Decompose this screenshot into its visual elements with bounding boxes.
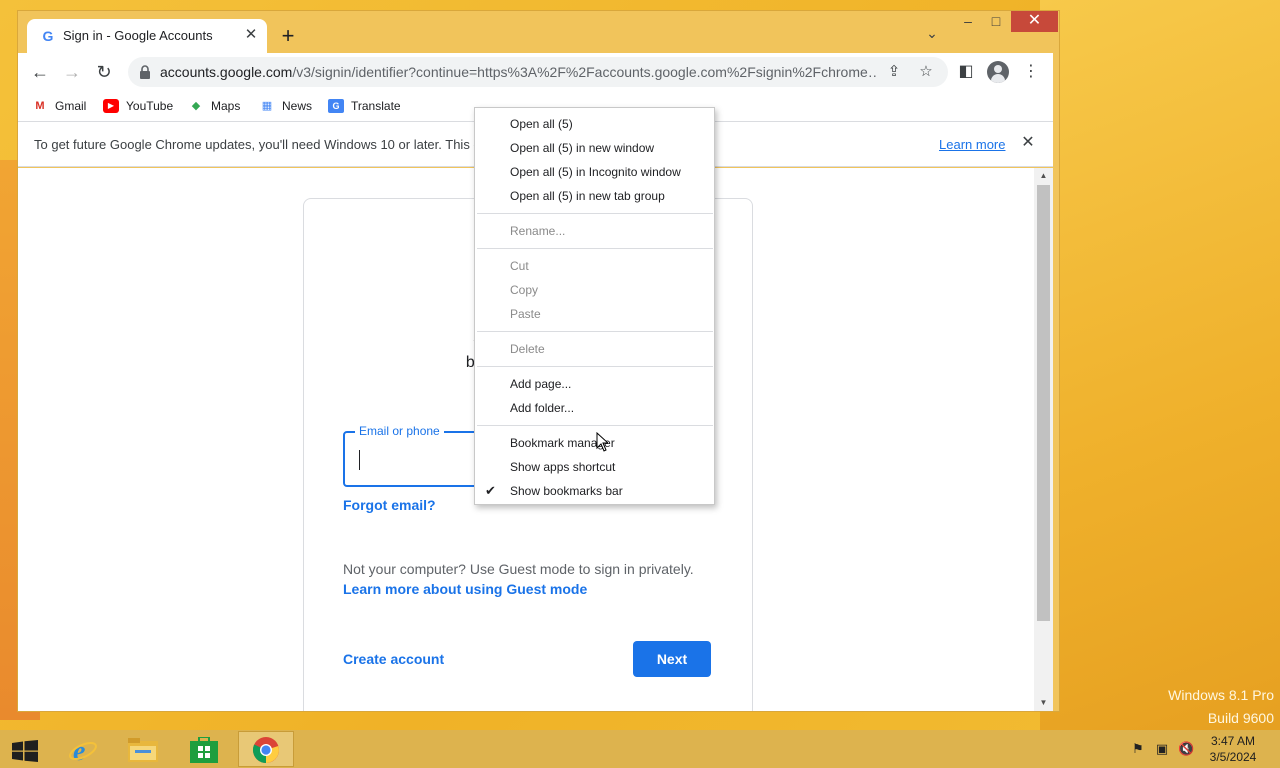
context-menu-separator	[477, 213, 713, 214]
create-account-link[interactable]: Create account	[343, 651, 444, 667]
context-menu-item[interactable]: Paste	[475, 302, 714, 326]
learn-more-link[interactable]: Learn more	[939, 137, 1005, 152]
infobar-close-icon[interactable]: ✕	[1018, 133, 1038, 153]
windows-logo-icon	[12, 740, 38, 762]
context-menu-item-label: Show bookmarks bar	[510, 484, 623, 498]
taskbar-file-explorer[interactable]	[115, 731, 171, 767]
context-menu-item[interactable]: Copy	[475, 278, 714, 302]
toolbar: ← → ↻ accounts.google.com/v3/signin/iden…	[18, 53, 1053, 91]
side-panel-icon[interactable]: ◧	[955, 61, 977, 83]
youtube-icon: ▶	[103, 99, 119, 113]
bookmark-translate[interactable]: G Translate	[328, 97, 401, 115]
title-bar: G Sign in - Google Accounts ✕ + ⌄ – □ ✕	[18, 11, 1059, 53]
context-menu-item[interactable]: Cut	[475, 254, 714, 278]
reload-icon[interactable]: ↻	[92, 60, 116, 84]
taskbar-internet-explorer[interactable]: e	[54, 731, 110, 767]
new-tab-button[interactable]: +	[276, 25, 300, 49]
address-bar[interactable]: accounts.google.com/v3/signin/identifier…	[128, 57, 948, 87]
context-menu-item-label: Add page...	[510, 377, 572, 391]
check-icon: ✔	[485, 483, 496, 498]
start-button[interactable]	[0, 731, 56, 767]
bookmark-maps[interactable]: ◆ Maps	[188, 97, 241, 115]
context-menu-item-label: Open all (5)	[510, 117, 573, 131]
mouse-cursor-icon	[596, 432, 608, 452]
url-text[interactable]: accounts.google.com/v3/signin/identifier…	[160, 64, 876, 80]
context-menu-item-label: Cut	[510, 259, 529, 273]
maps-icon: ◆	[191, 100, 201, 112]
bookmark-youtube[interactable]: ▶ YouTube	[103, 97, 173, 115]
tab-title: Sign in - Google Accounts	[63, 28, 213, 43]
context-menu-item[interactable]: Show apps shortcut	[475, 455, 714, 479]
scroll-up-arrow-icon[interactable]: ▲	[1038, 171, 1049, 181]
windows-watermark: Windows 8.1 Pro Build 9600	[1168, 687, 1274, 726]
scroll-thumb[interactable]	[1037, 185, 1050, 621]
file-explorer-icon	[128, 738, 158, 762]
forgot-email-link[interactable]: Forgot email?	[343, 497, 436, 513]
context-menu-item[interactable]: ✔ Show bookmarks bar	[475, 479, 714, 503]
context-menu-item-label: Open all (5) in Incognito window	[510, 165, 681, 179]
tab-signin[interactable]: G Sign in - Google Accounts ✕	[27, 19, 267, 53]
context-menu-separator	[477, 331, 713, 332]
forward-arrow-icon[interactable]: →	[60, 60, 84, 84]
context-menu-item-label: Rename...	[510, 224, 566, 238]
system-clock[interactable]: 3:47 AM 3/5/2024	[1198, 733, 1268, 765]
context-menu-item[interactable]: Rename...	[475, 219, 714, 243]
email-label: Email or phone	[355, 424, 444, 438]
text-caret	[359, 450, 360, 470]
chrome-icon	[252, 737, 279, 763]
volume-muted-icon[interactable]: 🔇	[1178, 741, 1194, 757]
minimize-button[interactable]: –	[958, 11, 978, 32]
taskbar-chrome[interactable]	[238, 731, 294, 767]
context-menu-item-label: Open all (5) in new tab group	[510, 189, 665, 203]
context-menu-item-label: Delete	[510, 342, 545, 356]
taskbar: e ⚑ ▣ 🔇 3:47 AM 3/5/2024	[0, 730, 1280, 768]
vertical-scrollbar[interactable]: ▲ ▼	[1034, 168, 1053, 711]
close-button[interactable]: ✕	[1011, 11, 1058, 32]
context-menu-separator	[477, 425, 713, 426]
context-menu-item[interactable]: Add page...	[475, 372, 714, 396]
internet-explorer-icon: e	[69, 736, 97, 764]
guest-mode-link[interactable]: Learn more about using Guest mode	[343, 581, 587, 597]
bookmark-gmail[interactable]: M Gmail	[32, 97, 86, 115]
bookmarks-context-menu: Open all (5) Open all (5) in new window Op…	[474, 107, 715, 505]
guest-mode-text: Not your computer? Use Guest mode to sig…	[343, 561, 694, 577]
context-menu-item[interactable]: Delete	[475, 337, 714, 361]
context-menu-item-label: Copy	[510, 283, 539, 297]
store-icon	[190, 737, 218, 763]
scroll-down-arrow-icon[interactable]: ▼	[1038, 698, 1049, 708]
gmail-icon: M	[35, 100, 45, 112]
tab-search-chevron-icon[interactable]: ⌄	[922, 25, 942, 45]
context-menu-separator	[477, 366, 713, 367]
share-icon[interactable]: ⇪	[884, 62, 904, 82]
context-menu-item[interactable]: Open all (5) in new window	[475, 136, 714, 160]
google-favicon-icon: G	[42, 28, 54, 44]
next-button[interactable]: Next	[633, 641, 711, 677]
menu-kebab-icon[interactable]: ⋮	[1020, 61, 1042, 83]
network-icon[interactable]: ▣	[1154, 741, 1170, 757]
tab-close-icon[interactable]: ✕	[241, 25, 261, 45]
context-menu-item-label: Open all (5) in new window	[510, 141, 655, 155]
context-menu-item[interactable]: Add folder...	[475, 396, 714, 420]
action-center-flag-icon[interactable]: ⚑	[1130, 741, 1146, 757]
back-arrow-icon[interactable]: ←	[28, 60, 52, 84]
desktop-background	[1040, 0, 1280, 730]
context-menu-item-label: Paste	[510, 307, 541, 321]
profile-avatar-icon[interactable]	[987, 61, 1009, 83]
lock-icon	[140, 65, 150, 79]
context-menu-item-label: Show apps shortcut	[510, 460, 616, 474]
bookmark-news[interactable]: ▦ News	[259, 97, 312, 115]
news-icon: ▦	[261, 100, 273, 112]
context-menu-item[interactable]: Open all (5) in new tab group	[475, 184, 714, 208]
context-menu-item[interactable]: Open all (5)	[475, 112, 714, 136]
translate-icon: G	[328, 99, 344, 113]
infobar-message: To get future Google Chrome updates, you…	[34, 137, 474, 152]
maximize-button[interactable]: □	[984, 11, 1008, 32]
bookmark-star-icon[interactable]: ☆	[916, 62, 936, 82]
context-menu-item[interactable]: Open all (5) in Incognito window	[475, 160, 714, 184]
context-menu-item[interactable]: Bookmark manager	[475, 431, 714, 455]
taskbar-store[interactable]	[176, 731, 232, 767]
context-menu-separator	[477, 248, 713, 249]
context-menu-item-label: Add folder...	[510, 401, 575, 415]
